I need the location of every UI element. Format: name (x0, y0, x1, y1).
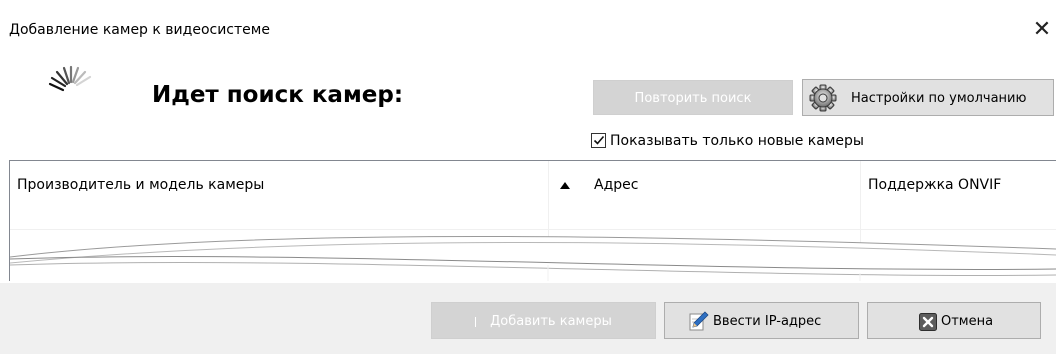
title-bar: Добавление камер к видеосистеме ✕ (0, 0, 1056, 41)
enter-ip-button[interactable]: Ввести IP-адрес (664, 302, 859, 339)
gear-icon (809, 84, 837, 112)
window-title: Добавление камер к видеосистеме (9, 22, 270, 38)
cancel-label: Отмена (941, 314, 994, 329)
repeat-search-button[interactable]: Повторить поиск (593, 80, 793, 115)
only-new-label: Показывать только новые камеры (610, 133, 864, 149)
add-cameras-button[interactable]: Добавить камеры (431, 302, 656, 339)
button-focus-mark (475, 316, 477, 327)
loading-spinner-icon (48, 65, 92, 92)
default-settings-button[interactable]: Настройки по умолчанию (802, 79, 1054, 116)
torn-edge-divider (10, 236, 1056, 281)
close-button[interactable]: ✕ (1030, 19, 1054, 43)
cameras-table[interactable]: Производитель и модель камеры Адрес Подд… (9, 160, 1056, 281)
add-cameras-dialog: Добавление камер к видеосистеме ✕ Идет п… (0, 0, 1056, 354)
default-settings-label: Настройки по умолчанию (851, 91, 1027, 106)
search-heading: Идет поиск камер: (152, 82, 404, 108)
checkmark-icon (593, 135, 605, 145)
enter-ip-label: Ввести IP-адрес (713, 314, 822, 329)
close-box-icon (919, 313, 937, 331)
cancel-button[interactable]: Отмена (867, 302, 1041, 339)
pencil-icon (689, 311, 709, 331)
only-new-checkbox[interactable] (591, 133, 606, 148)
add-cameras-label: Добавить камеры (490, 314, 612, 329)
